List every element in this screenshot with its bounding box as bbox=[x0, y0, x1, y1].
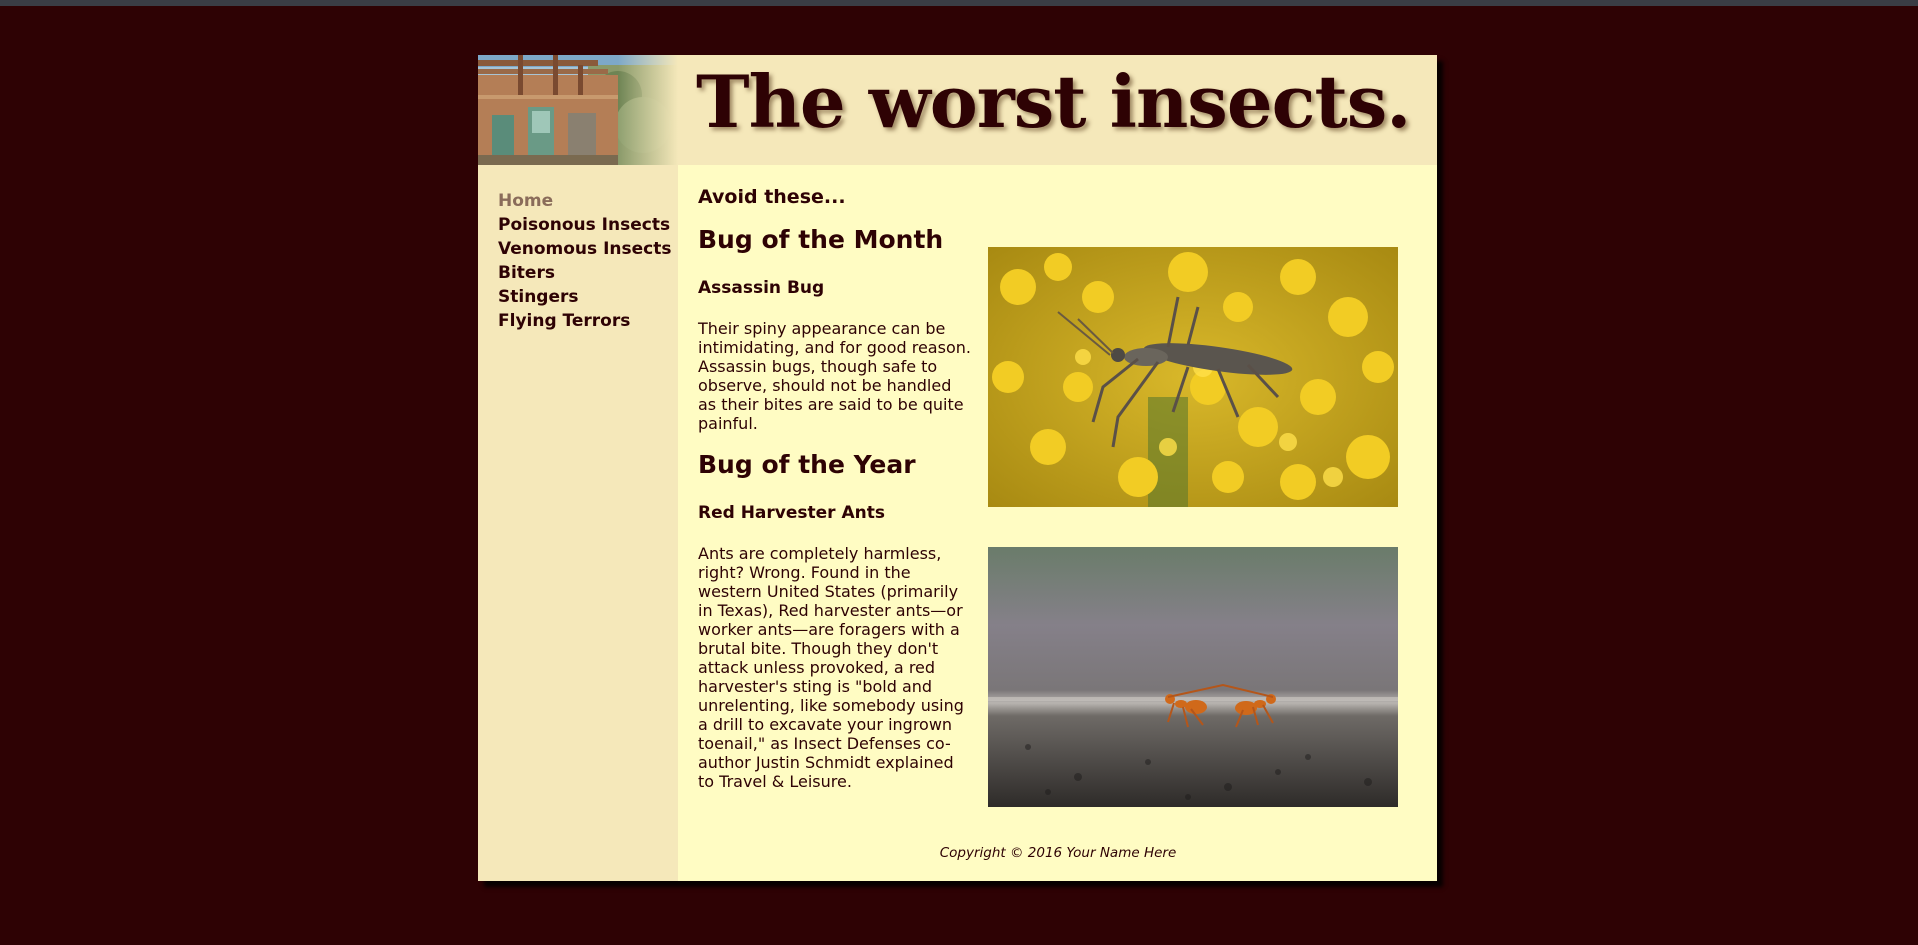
site-header: The worst insects. bbox=[478, 55, 1437, 165]
nav-item-stingers[interactable]: Stingers bbox=[498, 285, 671, 309]
main-content: Avoid these... Bug of the Month Assassin… bbox=[698, 165, 1418, 881]
bug-of-month-name: Assassin Bug bbox=[698, 278, 825, 298]
intro-heading: Avoid these... bbox=[698, 186, 846, 208]
site-title: The worst insects. bbox=[696, 59, 1411, 144]
nav-item-venomous-insects[interactable]: Venomous Insects bbox=[498, 237, 671, 261]
red-harvester-ants-photo bbox=[988, 547, 1398, 807]
page-container: The worst insects. Home Poisonous Insect… bbox=[478, 55, 1437, 881]
nav-item-poisonous-insects[interactable]: Poisonous Insects bbox=[498, 213, 671, 237]
bug-of-month-text: Their spiny appearance can be intimidati… bbox=[698, 319, 971, 433]
nav-item-home[interactable]: Home bbox=[498, 189, 671, 213]
copyright-footer: Copyright © 2016 Your Name Here bbox=[939, 845, 1177, 861]
nav-menu: Home Poisonous Insects Venomous Insects … bbox=[498, 189, 671, 333]
header-house-photo bbox=[478, 55, 678, 165]
bug-of-year-name: Red Harvester Ants bbox=[698, 503, 885, 523]
bug-of-year-text: Ants are completely harmless, right? Wro… bbox=[698, 544, 964, 791]
assassin-bug-photo bbox=[988, 247, 1398, 507]
sidebar: Home Poisonous Insects Venomous Insects … bbox=[478, 165, 678, 881]
nav-item-biters[interactable]: Biters bbox=[498, 261, 671, 285]
bug-of-year-heading: Bug of the Year bbox=[698, 450, 916, 479]
browser-top-strip bbox=[0, 0, 1918, 6]
bug-of-month-heading: Bug of the Month bbox=[698, 225, 944, 254]
nav-item-flying-terrors[interactable]: Flying Terrors bbox=[498, 309, 671, 333]
